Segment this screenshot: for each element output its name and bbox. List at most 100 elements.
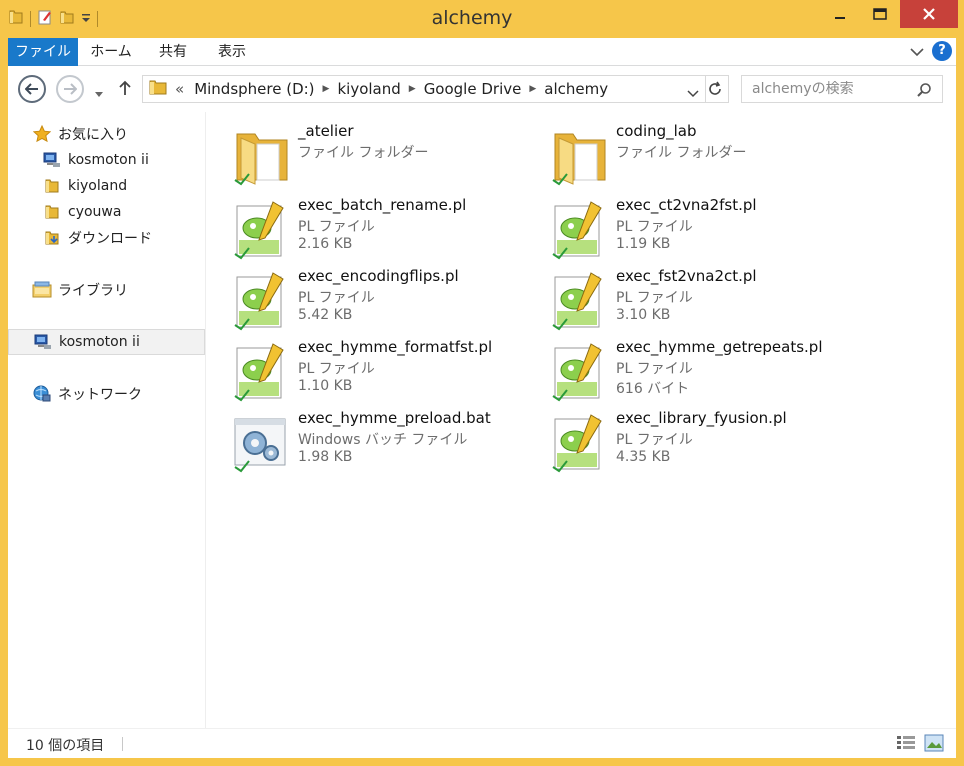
window-frame: alchemy ファイル ホーム 共有 表示 ? « Mindsphere (D… — [0, 0, 964, 766]
file-name: exec_fst2vna2ct.pl — [616, 267, 757, 285]
file-item-exec-hymme-getrepeats[interactable]: exec_hymme_getrepeats.pl PL ファイル 616 バイト — [525, 336, 825, 402]
network-icon — [32, 384, 52, 404]
minimize-button[interactable] — [820, 0, 860, 28]
file-name: coding_lab — [616, 122, 697, 140]
notepadpp-file-icon — [549, 342, 609, 402]
navigation-pane: お気に入り kosmoton ii kiyoland cyouwa ダウンロード… — [8, 112, 206, 728]
file-type: PL ファイル — [616, 219, 693, 235]
window-title: alchemy — [431, 7, 513, 29]
nav-network[interactable]: ネットワーク — [8, 381, 205, 407]
up-button[interactable] — [118, 80, 132, 100]
nav-label: ライブラリ — [58, 283, 128, 299]
star-icon — [32, 124, 52, 144]
search-icon[interactable] — [916, 82, 932, 102]
search-box[interactable] — [741, 75, 943, 103]
large-icons-view-button[interactable] — [924, 734, 944, 756]
details-view-icon — [897, 736, 915, 749]
chevron-right-icon[interactable]: ▶ — [527, 84, 538, 94]
computer-icon — [33, 332, 53, 352]
address-history-button[interactable] — [687, 84, 699, 102]
file-type: PL ファイル — [616, 361, 693, 377]
file-name: exec_hymme_formatfst.pl — [298, 338, 493, 356]
notepadpp-file-icon — [231, 271, 291, 331]
nav-item-kosmoton[interactable]: kosmoton ii — [8, 147, 205, 173]
file-type: PL ファイル — [298, 290, 375, 306]
file-name: exec_hymme_getrepeats.pl — [616, 338, 823, 356]
notepadpp-file-icon — [231, 200, 291, 260]
large-icons-view-icon — [924, 734, 944, 752]
nav-label: kosmoton ii — [68, 152, 149, 168]
close-button[interactable] — [900, 0, 958, 28]
ribbon-right-controls: ? — [910, 41, 952, 61]
file-item-exec-fst2vna2ct[interactable]: exec_fst2vna2ct.pl PL ファイル 3.10 KB — [525, 265, 825, 331]
folder-icon — [549, 126, 609, 186]
file-item-exec-hymme-preload[interactable]: exec_hymme_preload.bat Windows バッチ ファイル … — [207, 407, 507, 473]
chevron-right-icon[interactable]: ▶ — [407, 84, 418, 94]
notepadpp-file-icon — [549, 200, 609, 260]
library-icon — [32, 280, 52, 300]
file-size: 3.10 KB — [616, 307, 671, 323]
nav-label: cyouwa — [68, 204, 122, 220]
file-item-atelier[interactable]: _atelier ファイル フォルダー — [207, 120, 507, 186]
file-item-exec-encodingflips[interactable]: exec_encodingflips.pl PL ファイル 5.42 KB — [207, 265, 507, 331]
help-button[interactable]: ? — [932, 41, 952, 61]
nav-libraries[interactable]: ライブラリ — [8, 277, 205, 303]
file-type: PL ファイル — [616, 290, 693, 306]
notepadpp-file-icon — [231, 342, 291, 402]
minimize-icon — [835, 17, 845, 19]
file-type: PL ファイル — [298, 361, 375, 377]
file-item-coding-lab[interactable]: coding_lab ファイル フォルダー — [525, 120, 825, 186]
file-item-exec-ct2vna2fst[interactable]: exec_ct2vna2fst.pl PL ファイル 1.19 KB — [525, 194, 825, 260]
status-divider — [122, 737, 123, 751]
title-bar: alchemy — [0, 0, 964, 38]
file-name: exec_library_fyusion.pl — [616, 409, 787, 427]
file-type: PL ファイル — [616, 432, 693, 448]
navigation-bar: « Mindsphere (D:) ▶ kiyoland ▶ Google Dr… — [8, 66, 956, 112]
file-name: exec_batch_rename.pl — [298, 196, 467, 214]
breadcrumb-alchemy[interactable]: alchemy — [538, 80, 614, 98]
tab-home[interactable]: ホーム — [80, 38, 142, 66]
notepadpp-file-icon — [549, 271, 609, 331]
breadcrumb-overflow[interactable]: « — [167, 80, 188, 98]
nav-item-downloads[interactable]: ダウンロード — [8, 225, 205, 251]
file-item-exec-library-fyusion[interactable]: exec_library_fyusion.pl PL ファイル 4.35 KB — [525, 407, 825, 473]
refresh-icon — [708, 81, 721, 95]
item-count: 10 個の項目 — [26, 738, 105, 754]
folder-icon — [231, 126, 291, 186]
address-bar[interactable]: « Mindsphere (D:) ▶ kiyoland ▶ Google Dr… — [142, 75, 706, 103]
nav-item-kiyoland[interactable]: kiyoland — [8, 173, 205, 199]
tab-share[interactable]: 共有 — [148, 38, 198, 66]
refresh-button[interactable] — [701, 75, 729, 103]
file-type: ファイル フォルダー — [298, 145, 429, 161]
file-item-exec-hymme-formatfst[interactable]: exec_hymme_formatfst.pl PL ファイル 1.10 KB — [207, 336, 507, 402]
downloads-folder-icon — [42, 228, 62, 248]
chevron-down-icon — [687, 90, 699, 98]
back-button[interactable] — [18, 75, 46, 103]
chevron-down-icon — [910, 47, 924, 56]
breadcrumb-kiyoland[interactable]: kiyoland — [331, 80, 406, 98]
batch-file-icon — [231, 413, 291, 473]
maximize-button[interactable] — [860, 0, 900, 28]
nav-computer[interactable]: kosmoton ii — [8, 329, 205, 355]
status-bar: 10 個の項目 — [8, 728, 956, 758]
close-icon — [923, 8, 935, 20]
file-item-exec-batch-rename[interactable]: exec_batch_rename.pl PL ファイル 2.16 KB — [207, 194, 507, 260]
breadcrumb-google-drive[interactable]: Google Drive — [418, 80, 528, 98]
breadcrumb-drive[interactable]: Mindsphere (D:) — [188, 80, 320, 98]
forward-button[interactable] — [56, 75, 84, 103]
file-size: 1.19 KB — [616, 236, 671, 252]
details-view-button[interactable] — [896, 734, 916, 756]
search-input[interactable] — [752, 81, 912, 97]
folder-icon — [143, 79, 167, 99]
nav-label: kiyoland — [68, 178, 128, 194]
nav-item-cyouwa[interactable]: cyouwa — [8, 199, 205, 225]
chevron-right-icon[interactable]: ▶ — [321, 84, 332, 94]
nav-label: ダウンロード — [68, 231, 152, 247]
arrow-left-icon — [25, 83, 38, 95]
nav-favorites[interactable]: お気に入り — [8, 121, 205, 147]
recent-locations-button[interactable] — [94, 83, 104, 102]
expand-ribbon-button[interactable] — [910, 42, 924, 61]
file-name: exec_ct2vna2fst.pl — [616, 196, 757, 214]
tab-view[interactable]: 表示 — [206, 38, 258, 66]
file-size: 2.16 KB — [298, 236, 353, 252]
